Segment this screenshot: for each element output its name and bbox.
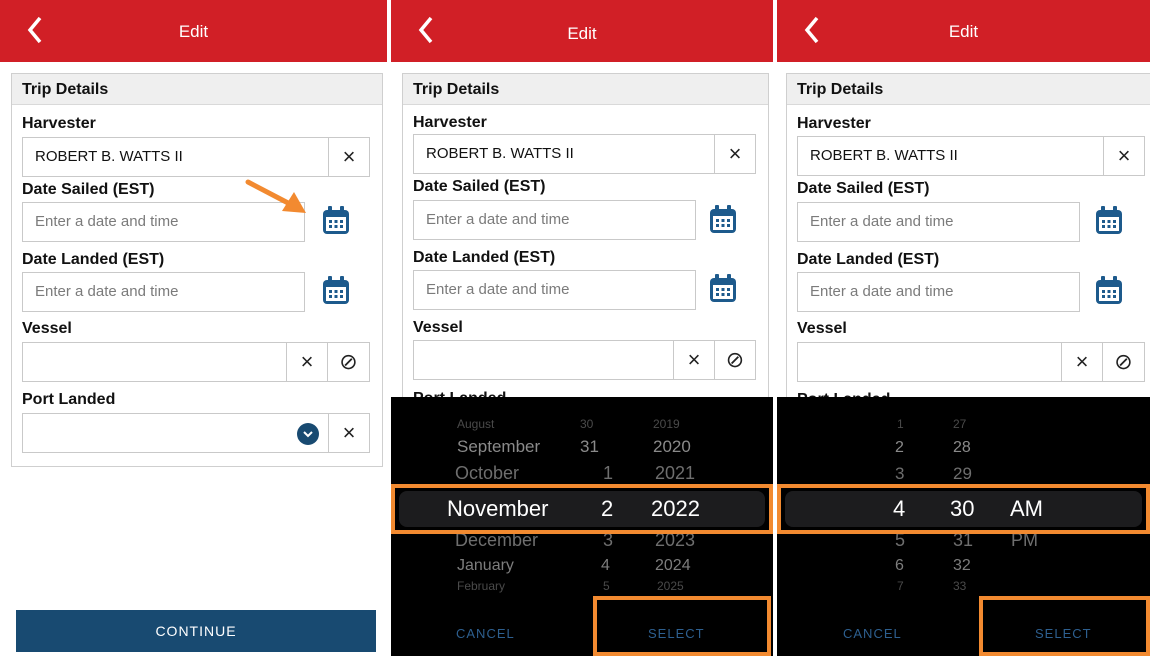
date-landed-calendar-icon[interactable] <box>708 272 738 304</box>
vessel-input[interactable] <box>413 340 678 380</box>
cancel-button[interactable]: CANCEL <box>456 626 515 641</box>
no-vessel-button[interactable]: ⊘ <box>1102 342 1145 382</box>
no-vessel-button[interactable]: ⊘ <box>327 342 370 382</box>
day-option: 31 <box>580 437 599 456</box>
app-header: Edit <box>0 0 387 62</box>
port-landed-label: Port Landed <box>22 391 116 408</box>
highlight-box-select-button <box>979 596 1150 656</box>
day-option: 5 <box>603 579 610 593</box>
month-option: August <box>457 417 495 431</box>
highlight-box-selected-time <box>777 484 1150 534</box>
hour-option: 2 <box>895 439 904 456</box>
port-landed-select[interactable] <box>22 413 329 453</box>
date-sailed-input[interactable]: Enter a date and time <box>797 202 1080 242</box>
date-sailed-label: Date Sailed (EST) <box>413 178 546 195</box>
date-sailed-input[interactable]: Enter a date and time <box>413 200 696 240</box>
highlight-box-selected-date <box>391 484 773 534</box>
chevron-down-icon <box>297 423 319 445</box>
section-title: Trip Details <box>787 74 1150 105</box>
year-option: 2019 <box>653 417 680 431</box>
date-landed-calendar-icon[interactable] <box>1094 274 1124 306</box>
page-title: Edit <box>178 22 209 41</box>
harvester-field[interactable]: ROBERT B. WATTS II <box>413 134 720 174</box>
edit-screen-date-picker: Edit Trip Details Harvester ROBERT B. WA… <box>391 0 773 656</box>
harvester-field[interactable]: ROBERT B. WATTS II <box>797 136 1104 176</box>
date-landed-calendar-icon[interactable] <box>321 274 351 306</box>
date-landed-input[interactable]: Enter a date and time <box>22 272 305 312</box>
vessel-label: Vessel <box>22 320 72 337</box>
year-option: 2020 <box>653 437 691 456</box>
minute-option: 29 <box>953 464 972 483</box>
clear-vessel-button[interactable]: × <box>286 342 328 382</box>
hour-option: 6 <box>895 557 904 574</box>
app-header: Edit <box>777 0 1150 62</box>
cancel-button[interactable]: CANCEL <box>843 626 902 641</box>
day-option: 30 <box>580 417 594 431</box>
vessel-input[interactable] <box>797 342 1062 382</box>
month-option: September <box>457 437 541 456</box>
clear-harvester-button[interactable]: × <box>714 134 756 174</box>
day-option: 1 <box>603 463 614 483</box>
continue-button[interactable]: CONTINUE <box>16 610 376 652</box>
section-title: Trip Details <box>12 74 382 105</box>
clear-harvester-button[interactable]: × <box>1103 136 1145 176</box>
clear-harvester-button[interactable]: × <box>328 137 370 177</box>
vessel-label: Vessel <box>797 320 847 337</box>
page-title: Edit <box>948 22 979 41</box>
minute-option: 28 <box>953 439 971 456</box>
highlight-box-select-button <box>593 596 771 656</box>
clear-vessel-button[interactable]: × <box>1061 342 1103 382</box>
harvester-label: Harvester <box>22 115 96 132</box>
section-title: Trip Details <box>403 74 768 105</box>
month-option: January <box>457 557 514 574</box>
minute-option: 27 <box>953 417 967 431</box>
page-title: Edit <box>567 24 597 43</box>
edit-screen-form: Edit Trip Details Harvester ROBERT B. WA… <box>0 0 387 656</box>
no-vessel-button[interactable]: ⊘ <box>714 340 756 380</box>
hour-option: 3 <box>895 464 905 483</box>
hour-option: 7 <box>897 579 904 593</box>
date-sailed-calendar-icon[interactable] <box>1094 204 1124 236</box>
date-sailed-label: Date Sailed (EST) <box>22 181 155 198</box>
edit-screen-time-picker: Edit Trip Details Harvester ROBERT B. WA… <box>777 0 1150 656</box>
vessel-label: Vessel <box>413 319 463 336</box>
harvester-label: Harvester <box>797 115 871 132</box>
clear-port-button[interactable]: × <box>328 413 370 453</box>
date-sailed-calendar-icon[interactable] <box>321 204 351 236</box>
minute-option: 33 <box>953 579 967 593</box>
date-sailed-label: Date Sailed (EST) <box>797 180 930 197</box>
annotation-arrow-icon <box>245 179 306 213</box>
vessel-input[interactable] <box>22 342 287 382</box>
picker-row: August 30 2019 <box>391 417 773 431</box>
year-option: 2025 <box>657 579 684 593</box>
harvester-label: Harvester <box>413 114 487 131</box>
clear-vessel-button[interactable]: × <box>673 340 715 380</box>
date-landed-input[interactable]: Enter a date and time <box>797 272 1080 312</box>
day-option: 4 <box>601 557 610 574</box>
app-header: Edit <box>391 0 773 62</box>
date-landed-label: Date Landed (EST) <box>797 251 940 268</box>
date-landed-label: Date Landed (EST) <box>413 249 556 266</box>
minute-option: 32 <box>953 557 971 574</box>
month-option: October <box>455 463 520 483</box>
year-option: 2021 <box>655 463 696 483</box>
harvester-field[interactable]: ROBERT B. WATTS II <box>22 137 329 177</box>
date-sailed-calendar-icon[interactable] <box>708 203 738 235</box>
month-option: February <box>457 579 506 593</box>
date-landed-label: Date Landed (EST) <box>22 251 165 268</box>
year-option: 2024 <box>655 557 691 574</box>
trip-details-card: Trip Details Harvester ROBERT B. WATTS I… <box>11 73 383 467</box>
hour-option: 1 <box>897 417 904 431</box>
date-landed-input[interactable]: Enter a date and time <box>413 270 696 310</box>
